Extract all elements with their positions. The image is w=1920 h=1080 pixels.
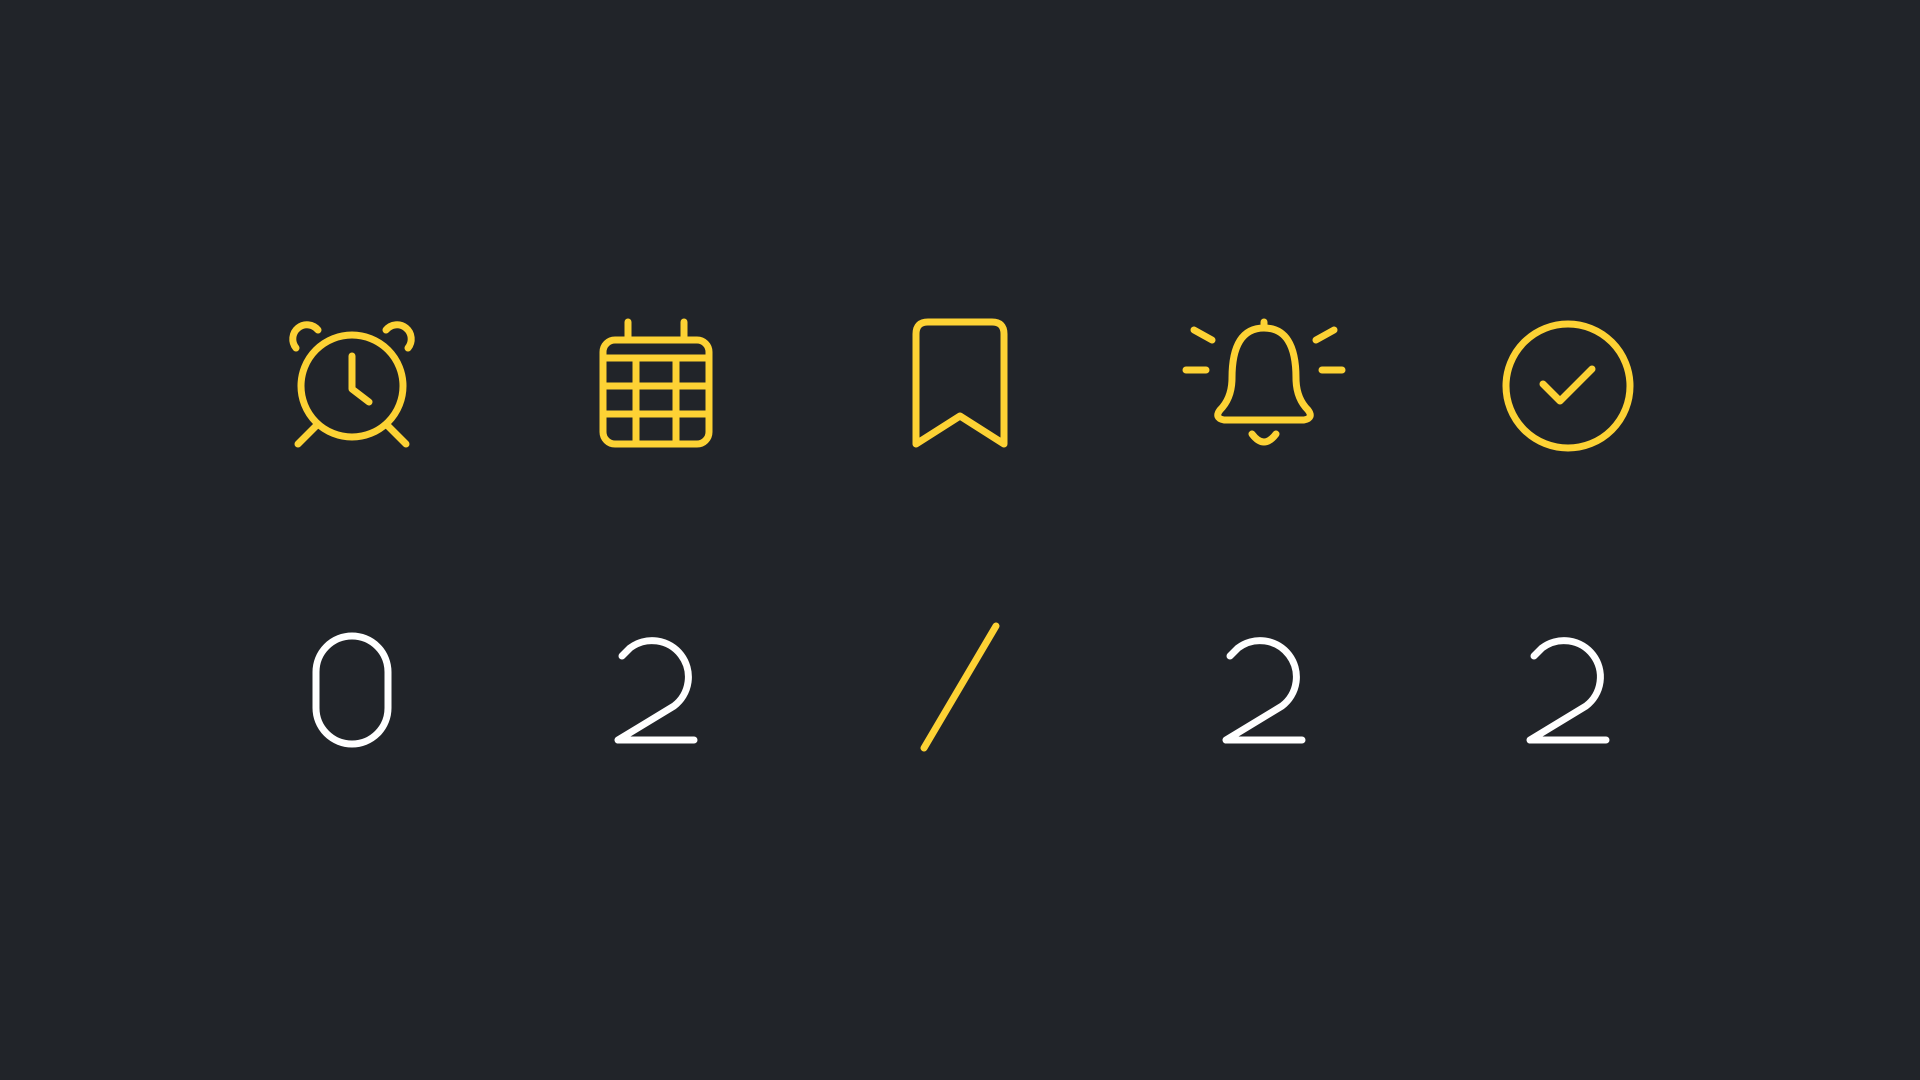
- date-digit: 0: [272, 620, 432, 760]
- date-digit: 2: [576, 620, 736, 760]
- stage: 0 2 / 2 2: [0, 0, 1920, 1080]
- date-digit: 2: [1488, 620, 1648, 760]
- check-circle-icon: [1488, 316, 1648, 456]
- date-separator: /: [880, 620, 1040, 760]
- date-display: 0 2 / 2 2: [0, 620, 1920, 760]
- date-digit: 2: [1184, 620, 1344, 760]
- icon-row: [0, 316, 1920, 456]
- calendar-icon: [576, 316, 736, 456]
- alarm-clock-icon: [272, 316, 432, 456]
- bookmark-icon: [880, 316, 1040, 456]
- bell-icon: [1182, 316, 1346, 456]
